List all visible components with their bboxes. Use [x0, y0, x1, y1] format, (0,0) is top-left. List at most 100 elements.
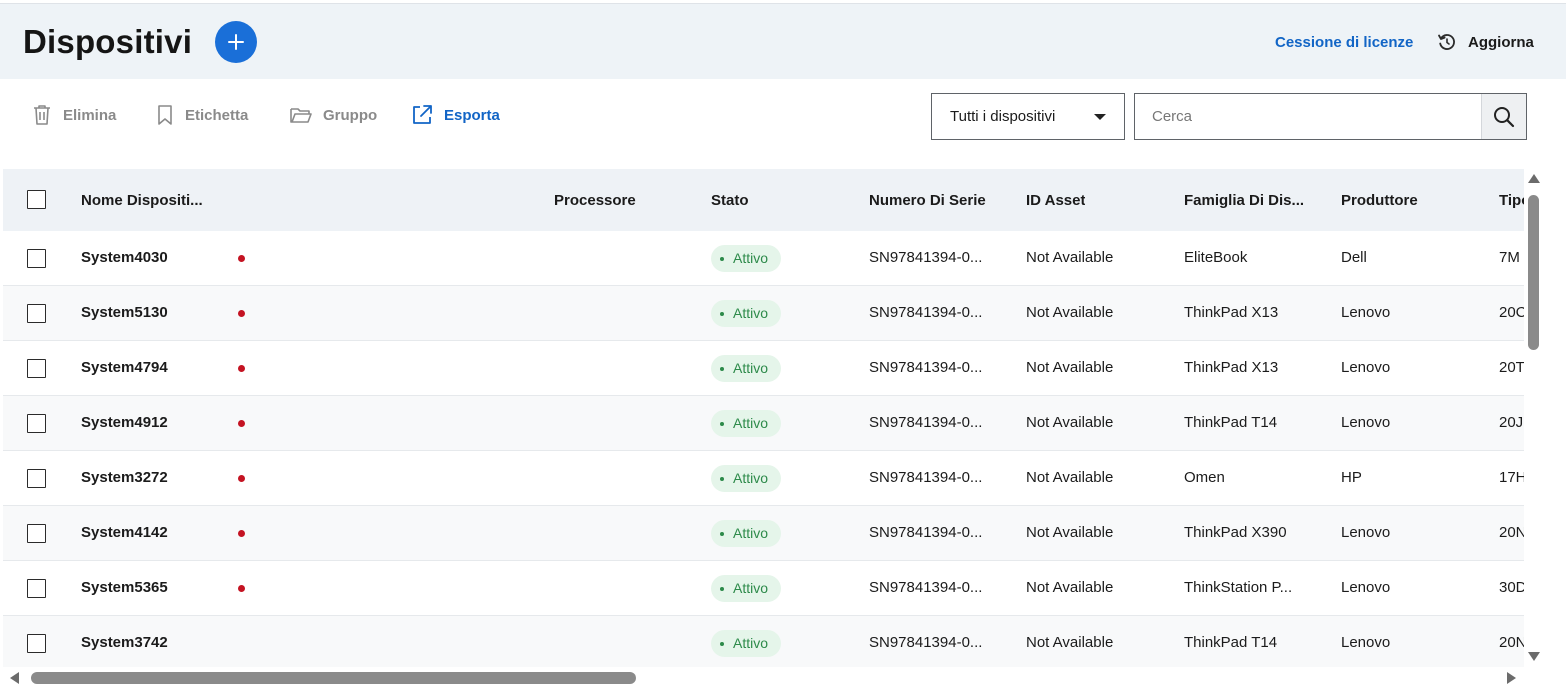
horizontal-scroll-thumb[interactable]	[31, 672, 636, 684]
device-family-cell: ThinkPad T14	[1184, 414, 1278, 431]
export-button[interactable]: Esporta	[410, 101, 500, 129]
manufacturer-cell: Lenovo	[1341, 414, 1391, 431]
asset-id-cell: Not Available	[1026, 414, 1114, 431]
table-row[interactable]: System4142 Attivo SN97841394-0... Not Avail…	[3, 506, 1524, 561]
table-row[interactable]: System5365 Attivo SN97841394-0... Not Avail…	[3, 561, 1524, 616]
page-header: Dispositivi Cessione di licenze Aggiorna	[0, 4, 1566, 79]
type-cell: 20J	[1499, 414, 1524, 431]
column-header-maker[interactable]: Produttore	[1341, 192, 1418, 209]
row-checkbox[interactable]	[27, 634, 46, 653]
manufacturer-cell: Dell	[1341, 249, 1367, 266]
column-header-name[interactable]: Nome Dispositi...	[81, 192, 203, 209]
device-name[interactable]: System4794	[81, 359, 168, 376]
horizontal-scrollbar[interactable]	[0, 669, 1524, 687]
row-checkbox[interactable]	[27, 469, 46, 488]
device-name[interactable]: System4912	[81, 414, 168, 431]
device-family-cell: ThinkStation P...	[1184, 579, 1293, 596]
device-name[interactable]: System5130	[81, 304, 168, 321]
asset-id-cell: Not Available	[1026, 304, 1114, 321]
row-checkbox[interactable]	[27, 304, 46, 323]
column-header-asset-id[interactable]: ID Asset	[1026, 192, 1085, 209]
caret-down-icon	[1094, 114, 1106, 120]
scroll-down-icon[interactable]	[1528, 652, 1540, 661]
device-name[interactable]: System5365	[81, 579, 168, 596]
device-family-cell: ThinkPad X13	[1184, 359, 1279, 376]
refresh-label: Aggiorna	[1468, 33, 1534, 51]
page-title: Dispositivi	[23, 23, 193, 60]
status-badge: Attivo	[711, 410, 782, 437]
manufacturer-cell: Lenovo	[1341, 359, 1391, 376]
serial-number-cell: SN97841394-0...	[869, 634, 983, 651]
bookmark-icon	[158, 105, 172, 125]
tag-label: Etichetta	[185, 106, 249, 124]
asset-id-cell: Not Available	[1026, 359, 1114, 376]
status-badge: Attivo	[711, 465, 782, 492]
device-family-cell: ThinkPad T14	[1184, 634, 1278, 651]
delete-button[interactable]: Elimina	[31, 101, 116, 129]
vertical-scrollbar[interactable]	[1525, 170, 1542, 666]
external-link-icon	[413, 105, 432, 124]
row-checkbox[interactable]	[27, 579, 46, 598]
device-family-cell: Omen	[1184, 469, 1225, 486]
refresh-button[interactable]: Aggiorna	[1436, 31, 1534, 53]
device-filter-select[interactable]: Tutti i dispositivi	[931, 93, 1125, 140]
device-name[interactable]: System3742	[81, 634, 168, 651]
column-header-status[interactable]: Stato	[711, 192, 749, 209]
device-filter-value: Tutti i dispositivi	[950, 108, 1056, 125]
serial-number-cell: SN97841394-0...	[869, 304, 983, 321]
table-row[interactable]: System3272 Attivo SN97841394-0... Not Avail…	[3, 451, 1524, 506]
serial-number-cell: SN97841394-0...	[869, 469, 983, 486]
row-checkbox[interactable]	[27, 414, 46, 433]
device-family-cell: ThinkPad X390	[1184, 524, 1287, 541]
row-checkbox[interactable]	[27, 524, 46, 543]
table-row[interactable]: System3742 Attivo SN97841394-0... Not Avail…	[3, 616, 1524, 667]
table-row[interactable]: System4912 Attivo SN97841394-0... Not Avail…	[3, 396, 1524, 451]
device-name[interactable]: System4030	[81, 249, 168, 266]
device-name[interactable]: System4142	[81, 524, 168, 541]
table-row[interactable]: System5130 Attivo SN97841394-0... Not Avail…	[3, 286, 1524, 341]
select-all-checkbox[interactable]	[27, 190, 46, 209]
status-badge: Attivo	[711, 630, 782, 657]
row-checkbox[interactable]	[27, 249, 46, 268]
type-cell: 7M	[1499, 249, 1520, 266]
device-family-cell: EliteBook	[1184, 249, 1248, 266]
refresh-icon	[1438, 34, 1455, 50]
tag-button[interactable]: Etichetta	[155, 101, 248, 129]
group-label: Gruppo	[323, 106, 378, 124]
license-transfer-link[interactable]: Cessione di licenze	[1275, 34, 1413, 51]
alert-dot-icon	[238, 255, 245, 262]
manufacturer-cell: HP	[1341, 469, 1362, 486]
delete-label: Elimina	[63, 106, 117, 124]
vertical-scroll-thumb[interactable]	[1528, 195, 1539, 350]
device-name[interactable]: System3272	[81, 469, 168, 486]
add-device-button[interactable]	[215, 21, 257, 63]
trash-icon	[34, 105, 50, 125]
column-header-type[interactable]: Tipo	[1499, 192, 1524, 209]
search-button[interactable]	[1481, 94, 1526, 139]
scroll-up-icon[interactable]	[1528, 174, 1540, 183]
search-box	[1134, 93, 1527, 140]
search-icon	[1494, 106, 1515, 127]
serial-number-cell: SN97841394-0...	[869, 359, 983, 376]
alert-dot-icon	[238, 585, 245, 592]
serial-number-cell: SN97841394-0...	[869, 579, 983, 596]
column-header-serial[interactable]: Numero Di Serie	[869, 192, 986, 209]
type-cell: 30D	[1499, 579, 1524, 596]
column-header-family[interactable]: Famiglia Di Dis...	[1184, 192, 1304, 209]
manufacturer-cell: Lenovo	[1341, 579, 1391, 596]
group-button[interactable]: Gruppo	[289, 101, 377, 129]
table-row[interactable]: System4794 Attivo SN97841394-0... Not Avail…	[3, 341, 1524, 396]
type-cell: 17H	[1499, 469, 1524, 486]
column-header-processor[interactable]: Processore	[554, 192, 636, 209]
table-row[interactable]: System4030 Attivo SN97841394-0... Not Avail…	[3, 231, 1524, 286]
asset-id-cell: Not Available	[1026, 634, 1114, 651]
scroll-left-icon[interactable]	[10, 672, 19, 684]
row-checkbox[interactable]	[27, 359, 46, 378]
scroll-right-icon[interactable]	[1507, 672, 1516, 684]
status-badge: Attivo	[711, 575, 782, 602]
status-badge: Attivo	[711, 245, 782, 272]
search-input[interactable]	[1135, 94, 1481, 139]
type-cell: 20N	[1499, 634, 1524, 651]
manufacturer-cell: Lenovo	[1341, 524, 1391, 541]
serial-number-cell: SN97841394-0...	[869, 524, 983, 541]
